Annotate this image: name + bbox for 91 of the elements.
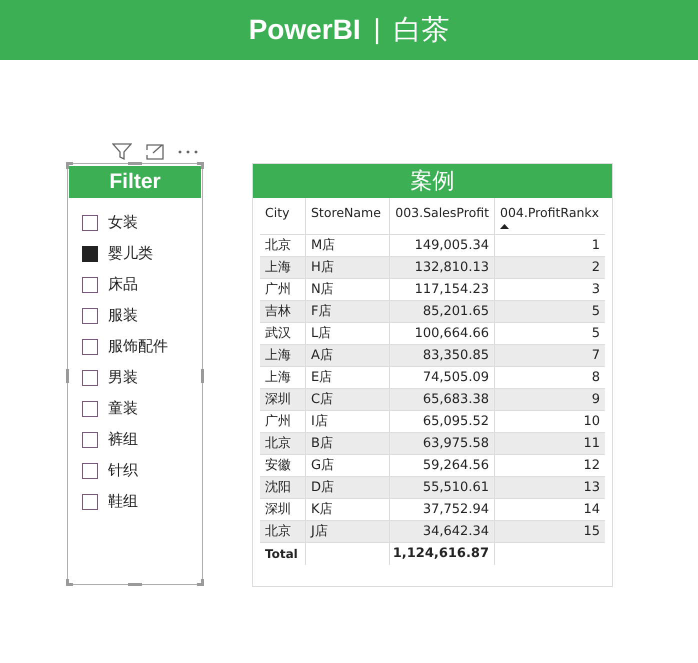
slicer-item-label[interactable]: 女装	[108, 211, 138, 234]
sort-ascending-icon[interactable]	[500, 224, 509, 229]
table-cell: 上海	[260, 345, 306, 366]
table-cell: 武汉	[260, 323, 306, 344]
table-cell-text: 3	[590, 280, 601, 299]
table-cell: 132,810.13	[390, 257, 495, 278]
column-header[interactable]: 003.SalesProfit	[395, 204, 489, 223]
table-cell: 117,154.23	[390, 279, 495, 300]
more-options-icon[interactable]	[178, 150, 198, 154]
table-cell: 37,752.94	[390, 499, 495, 520]
table-cell-text: 10	[582, 412, 601, 431]
table-cell: 55,510.61	[390, 477, 495, 498]
slicer-item-label[interactable]: 男装	[108, 366, 138, 389]
slicer-item-label[interactable]: 婴儿类	[108, 242, 153, 265]
checkbox[interactable]	[82, 246, 98, 262]
checkbox[interactable]	[82, 308, 98, 324]
table-cell-text: 14	[582, 500, 601, 519]
column-header[interactable]: StoreName	[311, 204, 384, 223]
table-cell: 149,005.34	[390, 235, 495, 256]
checkbox[interactable]	[82, 370, 98, 386]
slicer-item-label[interactable]: 针织	[108, 459, 138, 482]
table-cell-text: 13	[582, 478, 601, 497]
table-cell: I店	[306, 411, 390, 432]
slicer-title: Filter	[69, 166, 201, 198]
column-header[interactable]: 004.ProfitRankx	[500, 204, 600, 223]
slicer-item-label[interactable]: 童装	[108, 397, 138, 420]
table-cell: 65,095.52	[390, 411, 495, 432]
table-cell-text: 8	[590, 368, 601, 387]
total-value: 1,124,616.87	[390, 543, 495, 565]
table-cell: 65,683.38	[390, 389, 495, 410]
brand-title: PowerBI	[248, 13, 361, 47]
table-cell-text: 5	[590, 324, 601, 343]
table-cell: N店	[306, 279, 390, 300]
table-cell: 深圳	[260, 499, 306, 520]
table-cell: 北京	[260, 521, 306, 542]
table-cell: 北京	[260, 235, 306, 256]
table-cell: K店	[306, 499, 390, 520]
table-cell: 广州	[260, 411, 306, 432]
table-cell-text: 9	[590, 390, 601, 409]
table-cell-text: 1	[590, 236, 601, 255]
table-cell: 63,975.58	[390, 433, 495, 454]
table-cell-text: 11	[582, 434, 601, 453]
table-cell: 85,201.65	[390, 301, 495, 322]
total-label: Total	[260, 543, 306, 565]
table-cell: 74,505.09	[390, 367, 495, 388]
checkbox[interactable]	[82, 214, 98, 230]
table-cell: A店	[306, 345, 390, 366]
table-cell: 广州	[260, 279, 306, 300]
table-cell: D店	[306, 477, 390, 498]
table-cell: 59,264.56	[390, 455, 495, 476]
table-cell: C店	[306, 389, 390, 410]
table-cell: 上海	[260, 257, 306, 278]
slicer-item-label[interactable]: 鞋组	[108, 490, 138, 513]
table-cell: 深圳	[260, 389, 306, 410]
checkbox[interactable]	[82, 462, 98, 478]
table-cell: L店	[306, 323, 390, 344]
table-cell: 83,350.85	[390, 345, 495, 366]
checkbox[interactable]	[82, 494, 98, 510]
table-cell: F店	[306, 301, 390, 322]
checkbox[interactable]	[82, 276, 98, 292]
table-cell: H店	[306, 257, 390, 278]
table-cell-text: 12	[582, 456, 601, 475]
slicer-item-label[interactable]: 服饰配件	[108, 335, 168, 358]
focus-mode-icon[interactable]	[146, 144, 164, 160]
table-cell: 100,664.66	[390, 323, 495, 344]
table-cell: M店	[306, 235, 390, 256]
table-cell: 安徽	[260, 455, 306, 476]
slicer-item-label[interactable]: 床品	[108, 273, 138, 296]
slicer-item-label[interactable]: 服装	[108, 304, 138, 327]
table-cell-text: 7	[590, 346, 601, 365]
checkbox[interactable]	[82, 338, 98, 354]
table-cell: 上海	[260, 367, 306, 388]
table-cell: J店	[306, 521, 390, 542]
table-cell: E店	[306, 367, 390, 388]
filter-icon[interactable]	[112, 142, 132, 160]
table-title: 案例	[253, 164, 612, 198]
table-cell: 34,642.34	[390, 521, 495, 542]
table-cell: B店	[306, 433, 390, 454]
table-cell-text: 5	[590, 302, 601, 321]
page-subtitle: 白茶	[393, 12, 450, 48]
table-cell: G店	[306, 455, 390, 476]
table-cell-text: 15	[582, 522, 601, 541]
checkbox[interactable]	[82, 400, 98, 416]
table-cell: 北京	[260, 433, 306, 454]
table-cell: 沈阳	[260, 477, 306, 498]
table-cell-text: 2	[590, 258, 601, 277]
slicer-item-label[interactable]: 裤组	[108, 428, 138, 451]
checkbox[interactable]	[82, 432, 98, 448]
title-separator: |	[372, 14, 382, 46]
column-header[interactable]: City	[265, 204, 300, 223]
table-cell: 吉林	[260, 301, 306, 322]
